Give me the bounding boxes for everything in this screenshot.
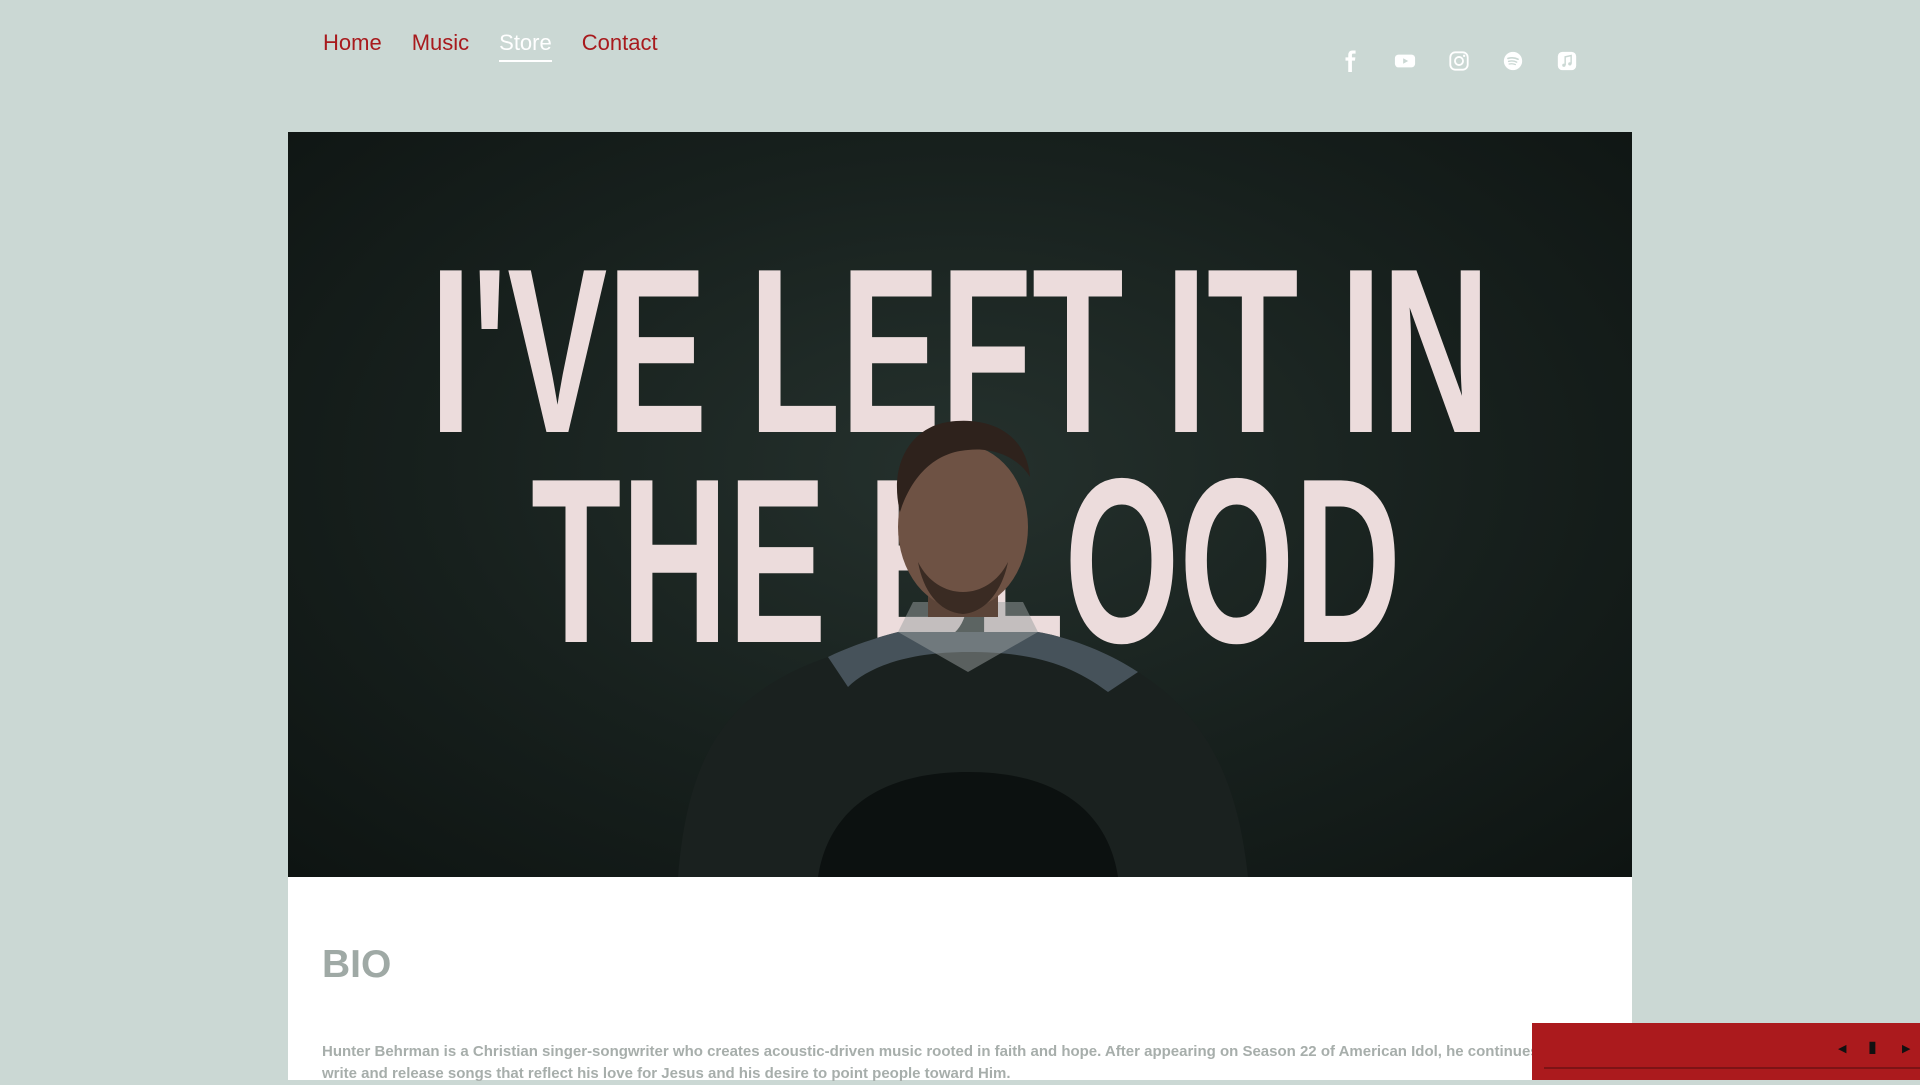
instagram-icon[interactable] — [1448, 50, 1470, 72]
apple-music-icon[interactable] — [1556, 50, 1578, 72]
nav-contact[interactable]: Contact — [582, 30, 658, 62]
social-links — [1340, 50, 1578, 72]
bio-title: BIO — [322, 943, 392, 986]
bio-section: BIO Hunter Behrman is a Christian singer… — [288, 877, 1632, 1082]
facebook-icon[interactable] — [1340, 50, 1362, 72]
main-nav: Home Music Store Contact — [323, 30, 658, 62]
youtube-icon[interactable] — [1394, 50, 1416, 72]
audio-player-bar[interactable]: ◀ ▮ ▶ — [1532, 1023, 1920, 1080]
bio-text: Hunter Behrman is a Christian singer-son… — [322, 1043, 1557, 1082]
next-icon[interactable]: ▶ — [1902, 1042, 1910, 1055]
hero-image: I'VE LEFT IT IN THE BLOOD — [288, 132, 1632, 877]
spotify-icon[interactable] — [1502, 50, 1524, 72]
nav-home[interactable]: Home — [323, 30, 382, 62]
player-progress-track[interactable] — [1544, 1067, 1920, 1069]
nav-store[interactable]: Store — [499, 30, 552, 62]
previous-icon[interactable]: ◀ — [1838, 1042, 1846, 1055]
hero-artwork: I'VE LEFT IT IN THE BLOOD — [430, 219, 1490, 877]
play-pause-icon[interactable]: ▮ — [1868, 1037, 1877, 1056]
nav-music[interactable]: Music — [412, 30, 469, 62]
